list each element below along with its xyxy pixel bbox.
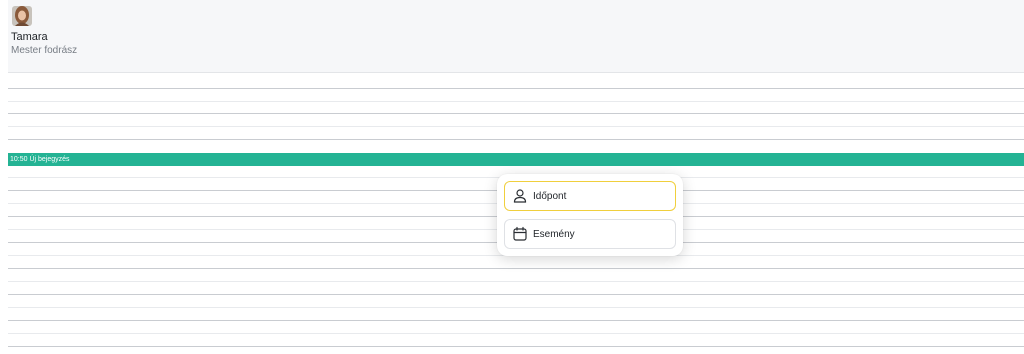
new-entry-event[interactable]: 10:50 Új bejegyzés <box>8 153 1024 166</box>
appointment-option-label: Időpont <box>533 190 567 202</box>
resource-header: Tamara Mester fodrász <box>8 0 1024 73</box>
calendar-icon <box>512 226 528 242</box>
event-option-label: Esemény <box>533 228 575 240</box>
grid-line <box>8 320 1024 321</box>
calendar-day-view: Tamara Mester fodrász 10:50 Új bejegyzés <box>0 0 1024 354</box>
grid-line <box>8 346 1024 347</box>
grid-line <box>8 113 1024 114</box>
grid-line <box>8 333 1024 334</box>
resource-name: Tamara <box>11 31 48 43</box>
resource-role: Mester fodrász <box>11 45 78 56</box>
grid-line <box>8 307 1024 308</box>
grid-line <box>8 126 1024 127</box>
grid-line <box>8 281 1024 282</box>
create-popup-menu: Időpont Esemény <box>497 174 683 256</box>
grid-line <box>8 268 1024 269</box>
appointment-option[interactable]: Időpont <box>504 181 676 211</box>
person-icon <box>512 188 528 204</box>
event-option[interactable]: Esemény <box>504 219 676 249</box>
avatar <box>12 6 32 26</box>
grid-line <box>8 294 1024 295</box>
grid-line <box>8 139 1024 140</box>
grid-line <box>8 101 1024 102</box>
grid-line <box>8 88 1024 89</box>
